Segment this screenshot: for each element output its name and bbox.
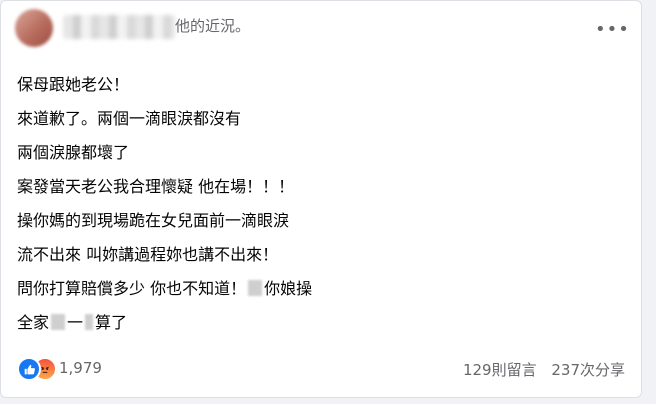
redaction-block: [248, 280, 263, 296]
post-footer: 1,979 129則留言 237次分享: [1, 351, 641, 387]
like-icon: [17, 357, 41, 381]
post-line: 操你媽的到現場跪在女兒面前一滴眼淚: [17, 211, 290, 230]
post-line: 保母跟她老公！: [17, 75, 130, 94]
post-header-text: 他的近況。: [175, 17, 251, 35]
post-line: 案發當天老公我合理懷疑 他在場！！！: [17, 177, 295, 196]
post-line: 兩個淚腺都壞了: [17, 143, 130, 162]
post-body: 保母跟她老公！ 來道歉了。兩個一滴眼淚都沒有 兩個淚腺都壞了 案發當天老公我合理…: [17, 72, 312, 344]
post-line: 流不出來 叫妳講過程妳也講不出來！: [17, 245, 279, 264]
author-name-redacted[interactable]: [63, 15, 175, 39]
post-line-part: 全家: [17, 313, 50, 332]
post-line-part: 問你打算賠償多少 你也不知道！: [17, 279, 247, 298]
post-line-part: 算了: [95, 313, 128, 332]
redaction-block: [51, 314, 66, 330]
post-card: 他的近況。 ••• 保母跟她老公！ 來道歉了。兩個一滴眼淚都沒有 兩個淚腺都壞了…: [0, 0, 642, 398]
reaction-count[interactable]: 1,979: [59, 359, 102, 377]
post-line-part: 一: [67, 313, 84, 332]
post-line-part: 你娘操: [264, 279, 313, 298]
post-line: 問你打算賠償多少 你也不知道！ 你娘操: [17, 276, 312, 310]
post-line: 來道歉了。兩個一滴眼淚都沒有: [17, 109, 242, 128]
redaction-block: [85, 314, 94, 330]
comment-count[interactable]: 129則留言: [463, 361, 537, 379]
avatar[interactable]: [15, 9, 53, 47]
post-line: 全家一算了: [17, 310, 312, 344]
more-options-icon[interactable]: •••: [595, 21, 629, 39]
post-stats: 129則留言 237次分享: [453, 359, 625, 380]
share-count[interactable]: 237次分享: [551, 361, 625, 379]
